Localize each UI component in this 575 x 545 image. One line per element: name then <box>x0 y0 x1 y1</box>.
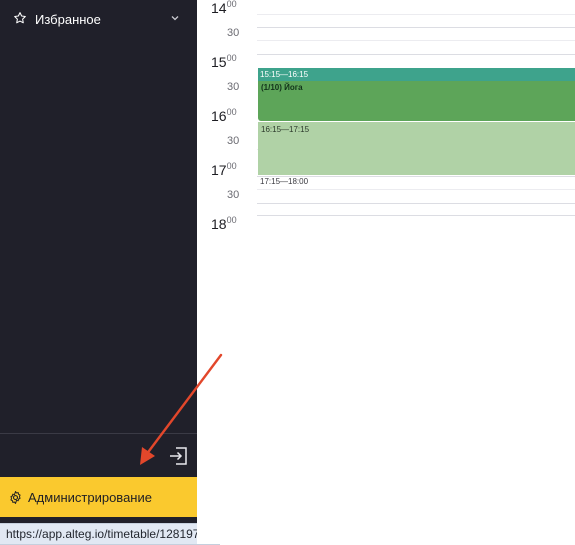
hour-label: 1700 <box>211 161 237 178</box>
logout-icon[interactable] <box>168 445 190 467</box>
event-card[interactable]: (1/10) Йога <box>258 81 575 121</box>
free-slot-time: 16:15—17:15 <box>261 125 310 134</box>
hour-label: 1400 <box>211 0 237 16</box>
grid-line <box>257 215 575 216</box>
sidebar-divider <box>0 433 197 434</box>
status-url-tooltip: https://app.alteg.io/timetable/1281976# <box>0 523 220 545</box>
sidebar-item-favorites[interactable]: Избранное <box>0 5 197 33</box>
event-title: (1/10) Йога <box>261 83 303 92</box>
star-icon <box>14 12 26 24</box>
grid-line <box>257 54 575 55</box>
hour-label: 1500 <box>211 53 237 70</box>
half-hour-label: 30 <box>227 81 240 93</box>
hour-label: 1600 <box>211 107 237 124</box>
grid-line <box>257 40 575 41</box>
gear-icon <box>10 491 21 504</box>
half-hour-label: 30 <box>227 135 240 147</box>
event-time-header[interactable]: 15:15—16:15 <box>258 68 575 81</box>
grid-line <box>257 203 575 204</box>
half-hour-label: 30 <box>227 27 240 39</box>
chevron-down-icon[interactable] <box>170 13 180 23</box>
grid-line <box>257 189 575 190</box>
admin-button[interactable]: Администрирование <box>0 477 197 517</box>
half-hour-label: 30 <box>227 189 240 201</box>
sidebar: Избранное Администрирование <box>0 0 197 544</box>
time-column: 1400 30 1500 30 1600 30 1700 30 1800 <box>197 0 257 544</box>
grid-line <box>257 14 575 15</box>
grid-line <box>257 27 575 28</box>
free-slot-time[interactable]: 17:15—18:00 <box>258 177 308 186</box>
admin-label: Администрирование <box>28 490 152 505</box>
free-slot[interactable]: 16:15—17:15 <box>258 122 575 175</box>
sidebar-item-label: Избранное <box>35 12 101 27</box>
hour-label: 1800 <box>211 215 237 232</box>
